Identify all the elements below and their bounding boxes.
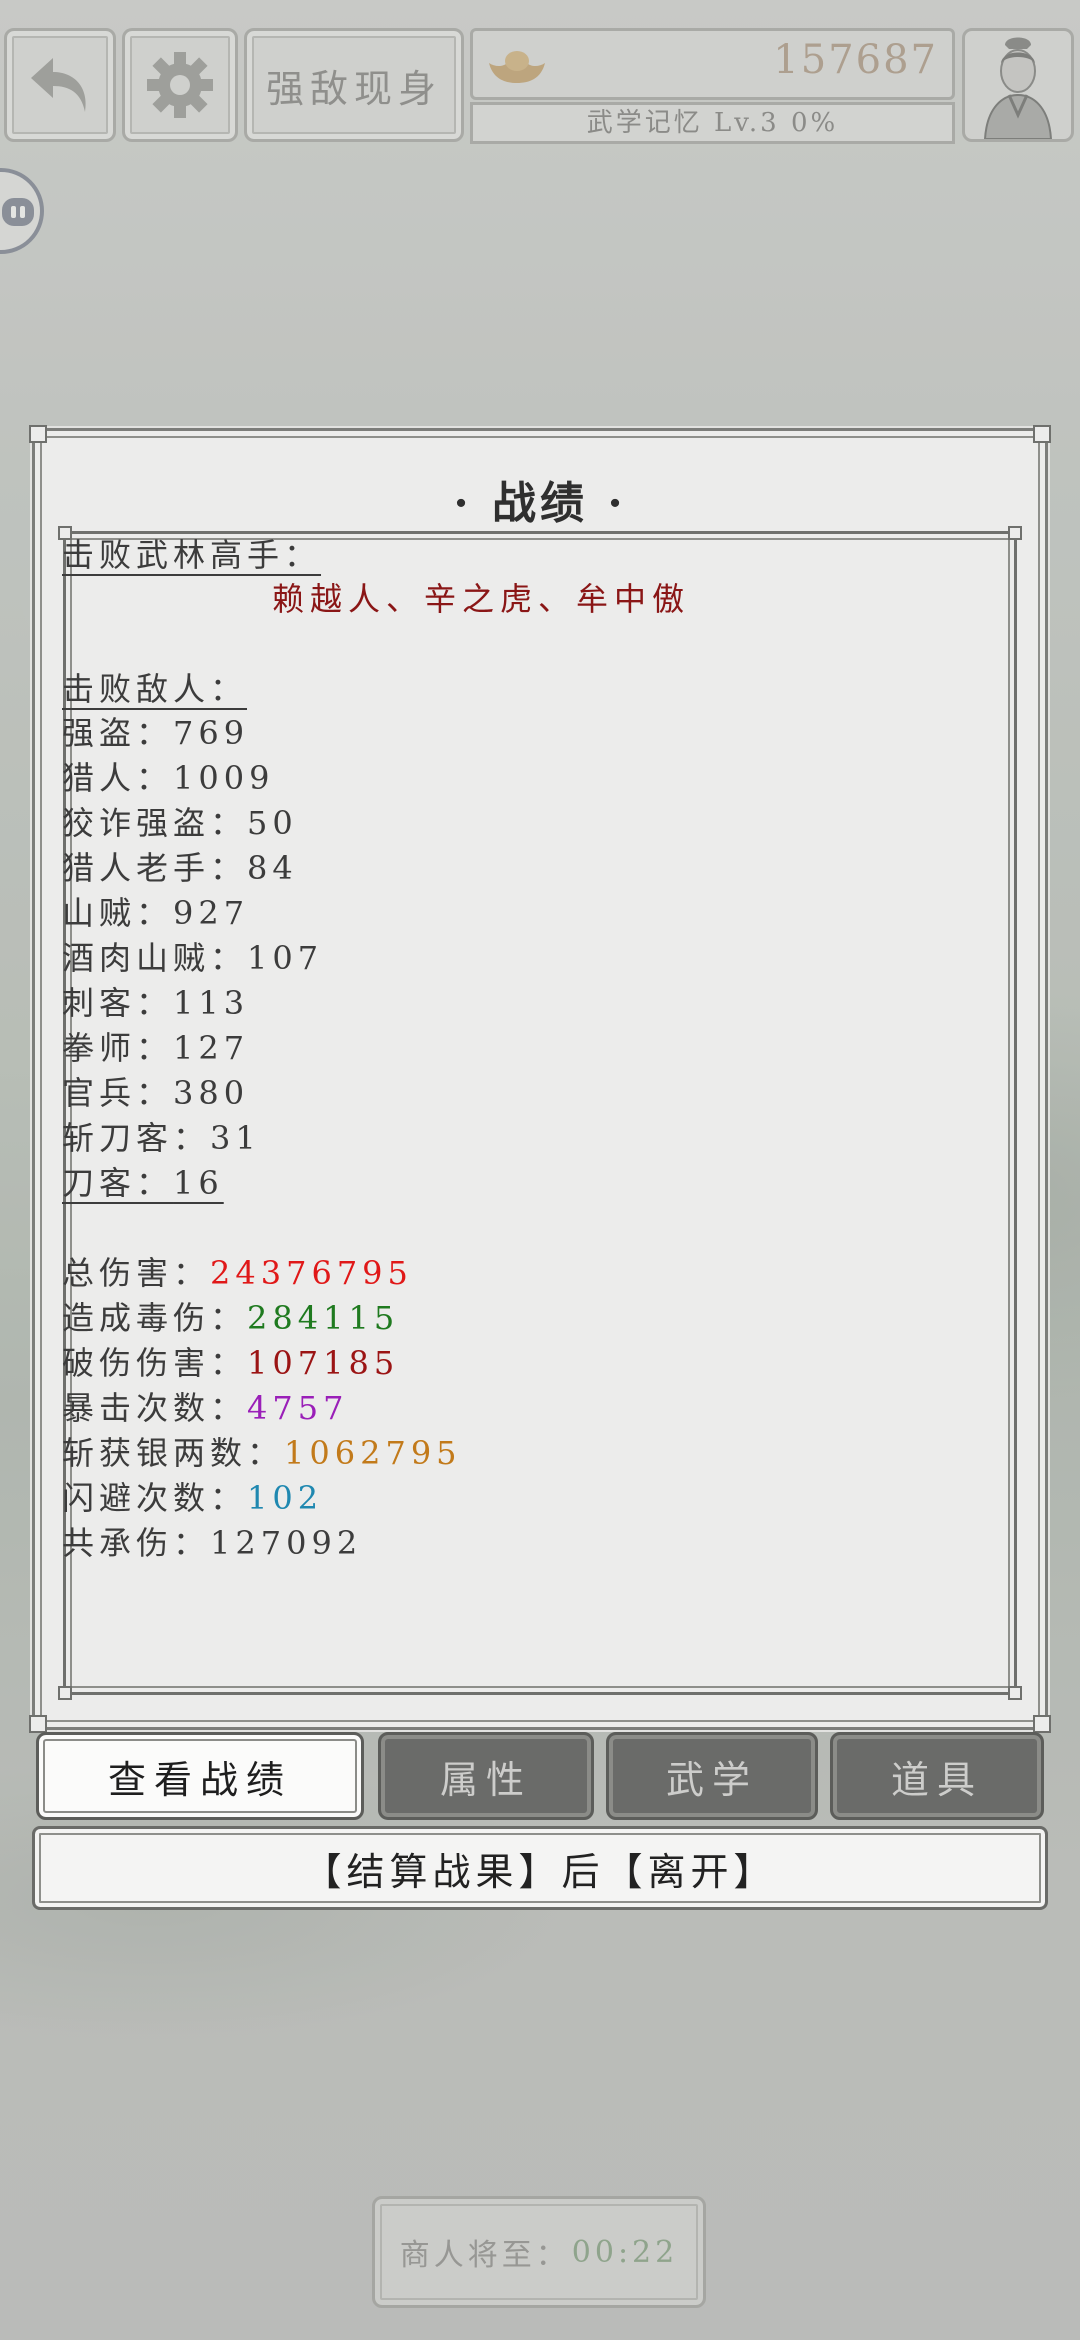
stat-value: 24376795	[210, 1254, 413, 1292]
enemy-name: 山贼：	[62, 894, 174, 932]
enemy-name: 猎人老手：	[62, 849, 248, 887]
enemy-name: 强盗：	[62, 714, 174, 752]
stat-value: 102	[247, 1479, 324, 1517]
enemy-count: 113	[173, 984, 250, 1022]
enemy-name: 刀客：	[62, 1164, 174, 1202]
stat-value: 284115	[247, 1299, 400, 1337]
enemy-name: 刺客：	[62, 984, 174, 1022]
merchant-timer: 00:22	[571, 2234, 679, 2270]
enemy-name: 狡诈强盗：	[62, 804, 248, 842]
stat-row: 破伤伤害：107185	[62, 1338, 399, 1384]
frame-corner-ornament	[58, 1686, 72, 1700]
stat-label: 闪避次数：	[62, 1479, 248, 1517]
stat-row: 斩获银两数：1062795	[62, 1428, 462, 1474]
tab-label: 武学	[665, 1757, 758, 1802]
panel-corner-ornament	[29, 1715, 47, 1733]
enemy-row: 猎人：1009	[62, 753, 274, 799]
enemy-count: 1009	[173, 759, 275, 797]
enemies-heading: 击败敌人：	[62, 670, 248, 708]
tab-battle-record[interactable]: 查看战绩	[36, 1732, 364, 1820]
enemy-count: 769	[173, 714, 250, 752]
tab-label: 属性	[439, 1757, 532, 1802]
enemy-count: 380	[173, 1074, 250, 1112]
frame-corner-ornament	[1008, 1686, 1022, 1700]
enemy-count: 50	[247, 804, 298, 842]
avatar	[983, 37, 1053, 139]
chat-icon	[2, 198, 34, 226]
panel-title: · 战绩 ·	[453, 478, 627, 529]
enemy-row: 狡诈强盗：50	[62, 798, 298, 844]
gold-ingot-icon	[489, 51, 545, 83]
stat-value: 1062795	[284, 1434, 462, 1472]
merchant-countdown: 商人将至： 00:22	[372, 2196, 706, 2308]
enemy-row: 拳师：127	[62, 1023, 249, 1069]
player-portrait-button[interactable]	[962, 28, 1074, 142]
stat-row: 闪避次数：102	[62, 1473, 323, 1519]
enemy-row: 猎人老手：84	[62, 843, 298, 889]
enemy-row: 斩刀客：31	[62, 1113, 261, 1159]
stat-value: 4757	[247, 1389, 349, 1427]
enemy-name: 酒肉山贼：	[62, 939, 248, 977]
enemy-row: 酒肉山贼：107	[62, 933, 323, 979]
stat-value: 107185	[247, 1344, 400, 1382]
stat-label: 共承伤：	[62, 1524, 211, 1562]
title-button-label: 强敌现身	[265, 66, 442, 111]
enemy-count: 127	[173, 1029, 250, 1067]
settle-and-leave-button[interactable]: 【结算战果】后【离开】	[32, 1826, 1048, 1910]
masters-heading: 击败武林高手：	[62, 536, 322, 574]
strong-enemy-title-button[interactable]: 强敌现身	[244, 28, 464, 142]
enemy-name: 官兵：	[62, 1074, 174, 1112]
defeated-masters: 赖越人、辛之虎、牟中傲	[272, 580, 691, 618]
enemy-count: 16	[173, 1164, 224, 1202]
enemy-count: 84	[247, 849, 298, 887]
enemy-row: 刀客：16	[62, 1158, 224, 1204]
panel-corner-ornament	[29, 425, 47, 443]
enemy-count: 31	[210, 1119, 261, 1157]
enemy-name: 斩刀客：	[62, 1119, 211, 1157]
stat-row: 造成毒伤：284115	[62, 1293, 399, 1339]
stat-label: 暴击次数：	[62, 1389, 248, 1427]
tab-items[interactable]: 道具	[830, 1732, 1044, 1820]
stat-label: 造成毒伤：	[62, 1299, 248, 1337]
tab-label: 查看战绩	[107, 1757, 292, 1802]
currency-bar: 157687	[470, 28, 955, 100]
bottom-tabs: 查看战绩 属性 武学 道具	[32, 1732, 1048, 1822]
settings-button[interactable]	[122, 28, 238, 142]
stat-row: 共承伤：127092	[62, 1518, 362, 1564]
enemy-name: 猎人：	[62, 759, 174, 797]
martial-memory-level: 武学记忆 Lv.3 0%	[470, 102, 955, 144]
gear-icon	[147, 52, 213, 118]
tab-martial-arts[interactable]: 武学	[606, 1732, 818, 1820]
tab-attributes[interactable]: 属性	[378, 1732, 594, 1820]
stat-label: 斩获银两数：	[62, 1434, 285, 1472]
tab-label: 道具	[890, 1757, 983, 1802]
enemy-row: 山贼：927	[62, 888, 249, 934]
stat-row: 总伤害：24376795	[62, 1248, 413, 1294]
panel-corner-ornament	[1033, 425, 1051, 443]
merchant-label: 商人将至：	[399, 2238, 570, 2273]
enemy-row: 官兵：380	[62, 1068, 249, 1114]
stat-label: 总伤害：	[62, 1254, 211, 1292]
back-arrow-icon	[31, 58, 86, 112]
enemy-name: 拳师：	[62, 1029, 174, 1067]
enemy-count: 927	[173, 894, 250, 932]
back-button[interactable]	[4, 28, 116, 142]
panel-corner-ornament	[1033, 1715, 1051, 1733]
stat-value: 127092	[210, 1524, 363, 1562]
enemy-row: 强盗：769	[62, 708, 249, 754]
stat-row: 暴击次数：4757	[62, 1383, 348, 1429]
enemy-count: 107	[247, 939, 324, 977]
stat-label: 破伤伤害：	[62, 1344, 248, 1382]
currency-amount: 157687	[773, 37, 938, 83]
frame-corner-ornament	[1008, 526, 1022, 540]
enemy-row: 刺客：113	[62, 978, 249, 1024]
